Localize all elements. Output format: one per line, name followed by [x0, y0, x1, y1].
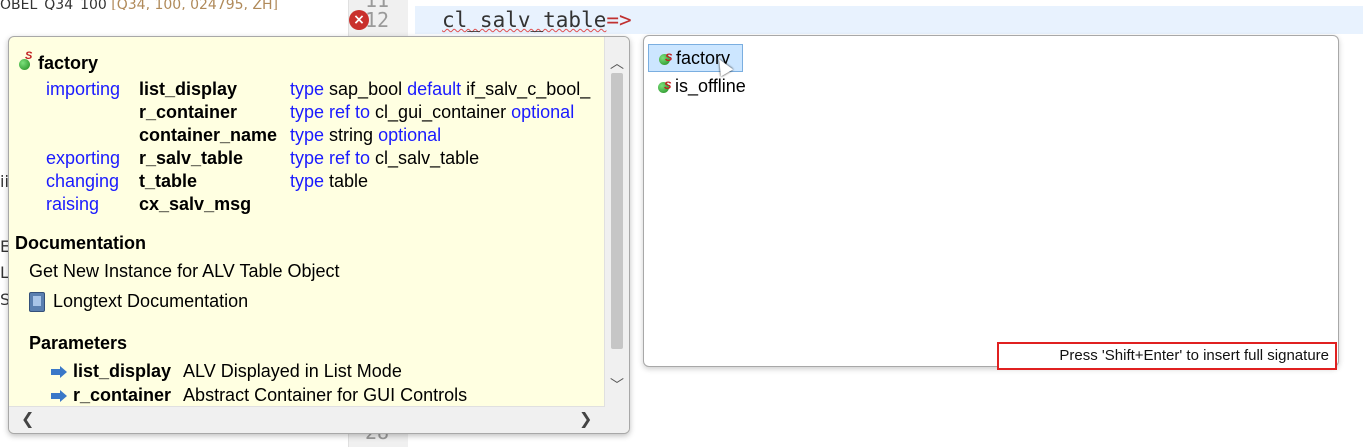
- static-method-icon: S: [19, 50, 32, 70]
- scroll-right-icon[interactable]: ❯: [579, 409, 592, 428]
- signature-param-type: type ref to cl_salv_table: [290, 148, 479, 169]
- method-header: Sfactory: [19, 50, 99, 74]
- completion-item-label: is_offline: [675, 76, 746, 96]
- importing-parameter-icon: [51, 390, 67, 403]
- parameter-description: Abstract Container for GUI Controls: [183, 385, 468, 405]
- signature-param-name: r_container: [139, 102, 238, 122]
- project-tree-item[interactable]: OBEL_Q34_100 [Q34, 100, 024795, ZH]: [0, 0, 340, 10]
- scrollbar-thumb[interactable]: [611, 73, 623, 349]
- error-icon[interactable]: ×: [349, 10, 369, 30]
- static-method-icon: S: [658, 80, 671, 93]
- type-keyword: type: [290, 79, 325, 99]
- parameter-name: r_container: [73, 385, 172, 405]
- signature-param-type: type table: [290, 171, 368, 192]
- parameter-description: ALV Displayed in List Mode: [183, 361, 402, 381]
- signature-keyword: raising: [46, 194, 100, 214]
- method-name: factory: [38, 53, 99, 73]
- type-keyword: optional: [511, 102, 575, 122]
- static-method-icon: S: [659, 52, 672, 65]
- code-operator: =>: [606, 8, 632, 32]
- parameter-name: list_display: [73, 361, 172, 381]
- signature-keyword: importing: [46, 79, 121, 99]
- type-text: cl_salv_table: [370, 148, 480, 168]
- documentation-text: Get New Instance for ALV Table Object: [29, 261, 340, 281]
- type-keyword: type: [290, 125, 325, 145]
- type-keyword: optional: [378, 125, 442, 145]
- type-text: if_salv_c_bool_: [461, 79, 591, 99]
- signature-param-type: type ref to cl_gui_container optional: [290, 102, 574, 123]
- scrollbar-corner: [605, 407, 629, 433]
- signature-param-type: type string optional: [290, 125, 441, 146]
- longtext-label: Longtext Documentation: [53, 291, 249, 311]
- signature-param-name: cx_salv_msg: [139, 194, 252, 214]
- type-text: string: [324, 125, 379, 145]
- type-text: sap_bool: [324, 79, 408, 99]
- scroll-down-icon[interactable]: ﹀: [605, 375, 629, 395]
- insert-signature-hint: Press 'Shift+Enter' to insert full signa…: [997, 342, 1337, 370]
- signature-row: raising cx_salv_msg: [46, 194, 251, 216]
- signature-row: importing list_display type sap_bool defau…: [46, 79, 590, 101]
- document-icon: [29, 292, 45, 313]
- code-identifier: cl_salv_table: [442, 8, 607, 32]
- type-keyword: type ref to: [290, 148, 371, 168]
- parameter-row: r_container Abstract Container for GUI Co…: [51, 385, 467, 406]
- vertical-scrollbar[interactable]: ︿ ﹀: [604, 37, 629, 407]
- parameter-row: list_display ALV Displayed in List Mode: [51, 361, 402, 382]
- signature-keyword: changing: [46, 171, 120, 191]
- signature-param-name: t_table: [139, 171, 198, 191]
- signature-param-name: list_display: [139, 79, 238, 99]
- signature-param-name: r_salv_table: [139, 148, 244, 168]
- signature-param-type: type sap_bool default if_salv_c_bool_: [290, 79, 590, 100]
- type-text: table: [324, 171, 369, 191]
- type-keyword: type ref to: [290, 102, 371, 122]
- signature-param-name: container_name: [139, 125, 278, 145]
- completion-item-is-offline[interactable]: Sis_offline: [648, 73, 758, 99]
- documentation-title: Documentation: [15, 233, 147, 253]
- horizontal-scrollbar[interactable]: ❮ ❯: [9, 406, 605, 433]
- code-line[interactable]: cl_salv_table=>: [442, 8, 632, 32]
- type-keyword: default: [407, 79, 462, 99]
- tooltip-content: Sfactory importing list_display type sap_b…: [9, 37, 605, 407]
- signature-row: changing t_table type table: [46, 171, 368, 193]
- scroll-up-icon[interactable]: ︿: [605, 53, 629, 73]
- scroll-left-icon[interactable]: ❮: [21, 409, 34, 428]
- signature-row: exporting r_salv_table type ref to cl_salv…: [46, 148, 479, 170]
- type-keyword: type: [290, 171, 325, 191]
- importing-parameter-icon: [51, 366, 67, 379]
- parameters-title: Parameters: [29, 333, 128, 353]
- type-text: cl_gui_container: [370, 102, 512, 122]
- signature-tooltip[interactable]: Sfactory importing list_display type sap_b…: [8, 36, 630, 434]
- longtext-link[interactable]: Longtext Documentation: [29, 291, 249, 313]
- signature-keyword: exporting: [46, 148, 121, 168]
- code-completion-list[interactable]: Sfactory Sis_offline: [643, 35, 1339, 367]
